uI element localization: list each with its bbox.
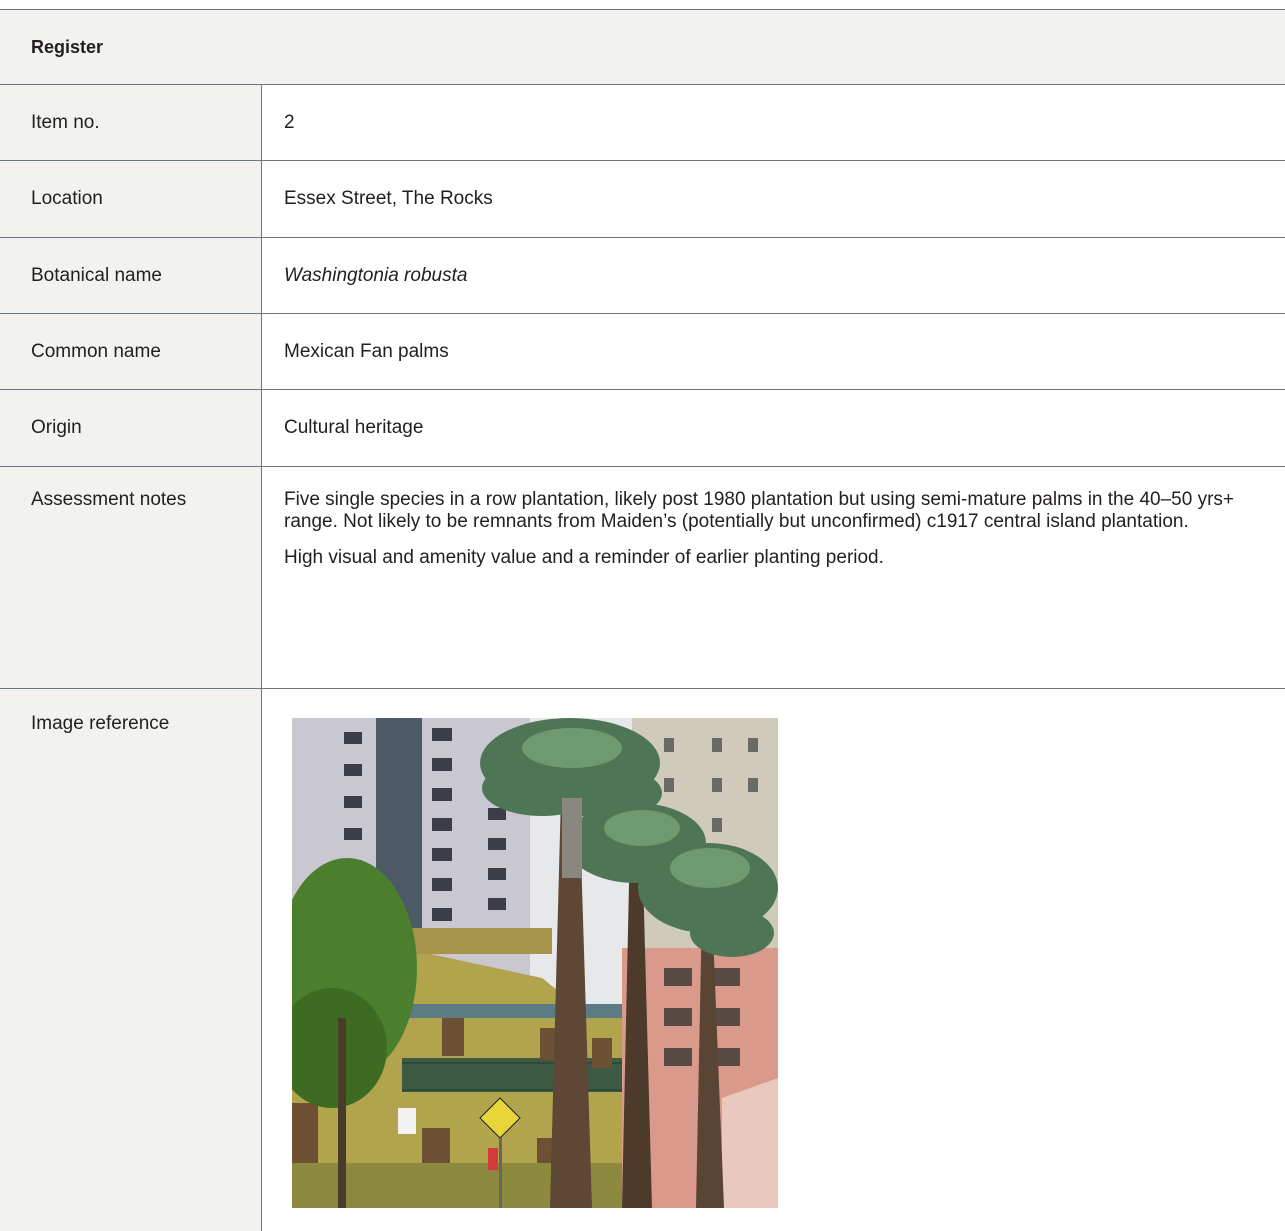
row-location: Location Essex Street, The Rocks (0, 161, 1285, 238)
item-no-label: Item no. (0, 85, 262, 160)
assessment-notes-paragraph: Five single species in a row plantation,… (284, 489, 1234, 532)
image-reference-value (262, 689, 1285, 1231)
register-title: Register (31, 36, 104, 57)
row-image-reference: Image reference (0, 689, 1285, 1231)
common-name-label: Common name (0, 314, 262, 389)
image-reference-label: Image reference (0, 689, 262, 1231)
register-header: Register (0, 9, 1285, 85)
common-name-value: Mexican Fan palms (284, 340, 449, 362)
row-botanical-name: Botanical name Washingtonia robusta (0, 238, 1285, 314)
assessment-notes-paragraph: High visual and amenity value and a remi… (284, 547, 884, 568)
row-item-no: Item no. 2 (0, 85, 1285, 161)
origin-label: Origin (0, 390, 262, 466)
location-label: Location (0, 161, 262, 237)
row-assessment-notes: Assessment notes Five single species in … (0, 467, 1285, 689)
location-value: Essex Street, The Rocks (284, 188, 493, 209)
register-table: Register Item no. 2 Location Essex Stree… (0, 9, 1285, 1231)
botanical-name-label: Botanical name (0, 238, 262, 313)
assessment-notes-label: Assessment notes (0, 467, 262, 688)
assessment-notes-value: Five single species in a row plantation,… (262, 467, 1285, 688)
palm-street-photo (292, 718, 778, 1208)
item-no-value: 2 (284, 111, 295, 133)
botanical-name-value: Washingtonia robusta (284, 264, 468, 286)
row-origin: Origin Cultural heritage (0, 390, 1285, 467)
origin-value: Cultural heritage (284, 417, 424, 438)
row-common-name: Common name Mexican Fan palms (0, 314, 1285, 390)
